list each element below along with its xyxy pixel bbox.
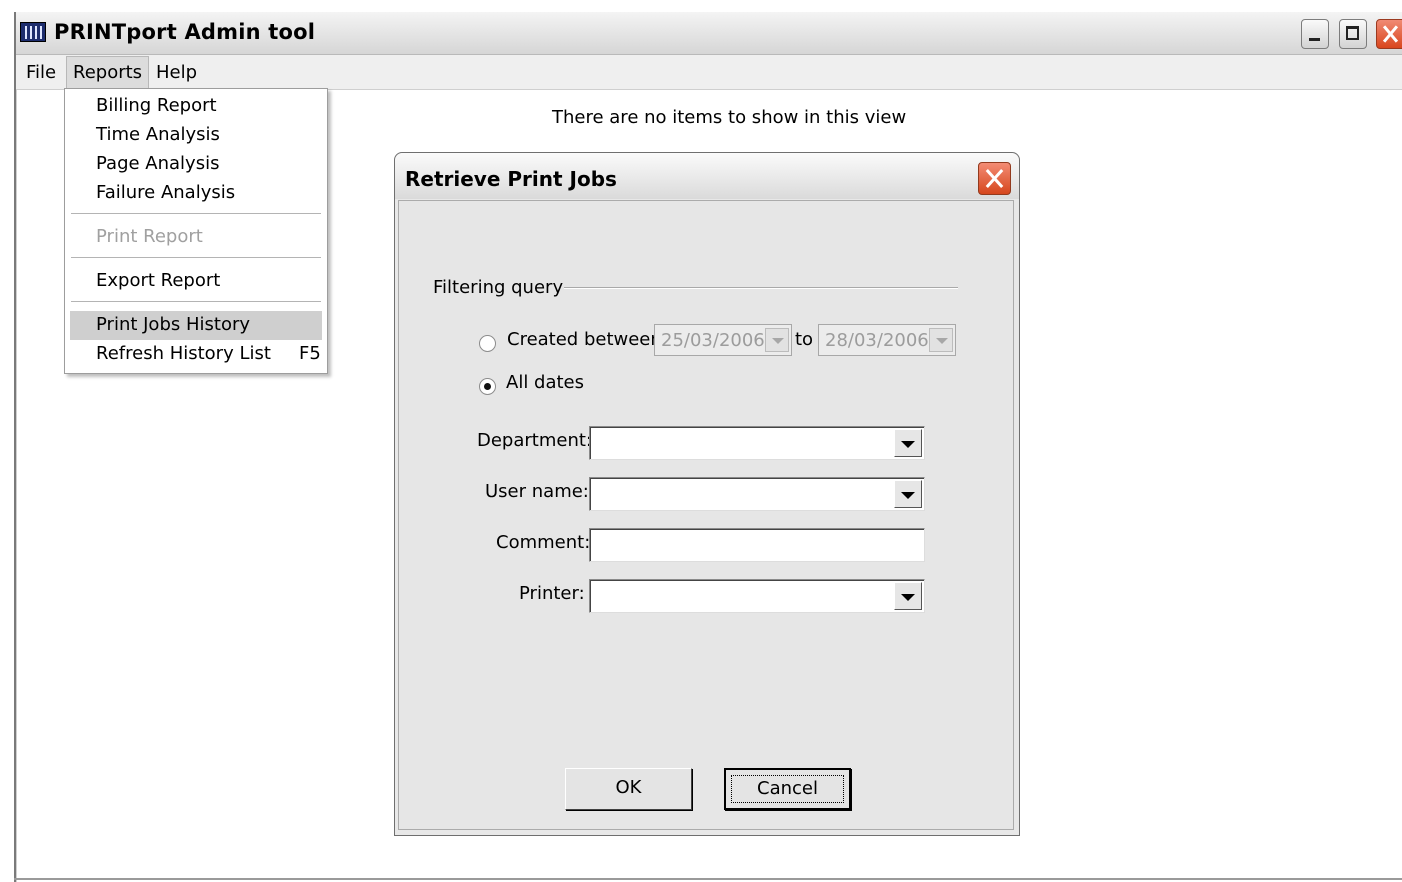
chevron-down-icon xyxy=(765,328,789,352)
to-label: to xyxy=(795,329,814,350)
empty-view-message: There are no items to show in this view xyxy=(552,107,907,128)
minimize-button[interactable] xyxy=(1301,19,1329,49)
menu-item-time-analysis[interactable]: Time Analysis xyxy=(96,124,220,145)
window-bottom-border xyxy=(14,878,1402,880)
department-label: Department: xyxy=(477,430,592,451)
menu-item-shortcut: F5 xyxy=(299,343,321,364)
window-title: PRINTport Admin tool xyxy=(54,20,316,44)
date-from-value: 25/03/2006 xyxy=(661,330,765,351)
menu-separator xyxy=(71,301,321,303)
menu-help[interactable]: Help xyxy=(150,60,203,85)
user-name-combo[interactable] xyxy=(589,477,925,511)
chevron-down-icon xyxy=(929,328,953,352)
menu-separator xyxy=(71,257,321,259)
menu-reports[interactable]: Reports xyxy=(66,56,150,89)
chevron-down-icon[interactable] xyxy=(894,480,922,508)
dialog-title: Retrieve Print Jobs xyxy=(405,167,617,191)
department-combo[interactable] xyxy=(589,426,925,460)
dialog-close-button[interactable] xyxy=(978,162,1011,195)
menu-separator xyxy=(71,213,321,215)
menu-item-failure-analysis[interactable]: Failure Analysis xyxy=(96,182,235,203)
menu-item-page-analysis[interactable]: Page Analysis xyxy=(96,153,219,174)
menu-item-label: Refresh History List xyxy=(96,343,271,364)
printer-combo[interactable] xyxy=(589,579,925,613)
cancel-button[interactable]: Cancel xyxy=(724,768,851,810)
date-to-value: 28/03/2006 xyxy=(825,330,929,351)
retrieve-print-jobs-dialog: Retrieve Print Jobs Filtering query Crea… xyxy=(394,152,1020,836)
comment-label: Comment: xyxy=(496,532,591,553)
menu-item-export-report[interactable]: Export Report xyxy=(96,270,220,291)
menubar: File Reports Help xyxy=(14,55,1402,90)
chevron-down-icon[interactable] xyxy=(894,429,922,457)
date-to-picker: 28/03/2006 xyxy=(818,324,956,356)
all-dates-label: All dates xyxy=(506,372,585,393)
group-divider xyxy=(564,287,958,289)
date-from-picker: 25/03/2006 xyxy=(654,324,792,356)
user-name-label: User name: xyxy=(485,481,589,502)
printport-app-icon xyxy=(20,22,46,42)
ok-button[interactable]: OK xyxy=(565,768,692,810)
window-left-border xyxy=(14,12,16,882)
window-frame xyxy=(0,0,1402,12)
close-window-button[interactable] xyxy=(1376,19,1402,49)
dialog-body: Filtering query Created between: 25/03/2… xyxy=(398,200,1014,830)
menu-item-print-jobs-history[interactable]: Print Jobs History xyxy=(96,314,250,335)
comment-field[interactable] xyxy=(589,528,925,562)
all-dates-radio[interactable] xyxy=(479,378,496,395)
menu-file[interactable]: File xyxy=(20,60,62,85)
menu-item-billing-report[interactable]: Billing Report xyxy=(96,95,217,116)
reports-dropdown-menu: Billing Report Time Analysis Page Analys… xyxy=(64,88,328,374)
maximize-button[interactable] xyxy=(1339,19,1367,49)
menu-item-print-report: Print Report xyxy=(96,226,203,247)
chevron-down-icon[interactable] xyxy=(894,582,922,610)
printer-label: Printer: xyxy=(519,583,585,604)
filtering-query-label: Filtering query xyxy=(433,277,564,298)
menu-item-refresh-history-list[interactable]: Refresh History List F5 xyxy=(96,343,321,364)
created-between-radio[interactable] xyxy=(479,335,496,352)
focus-rect xyxy=(731,775,844,803)
created-between-label: Created between: xyxy=(507,329,668,350)
